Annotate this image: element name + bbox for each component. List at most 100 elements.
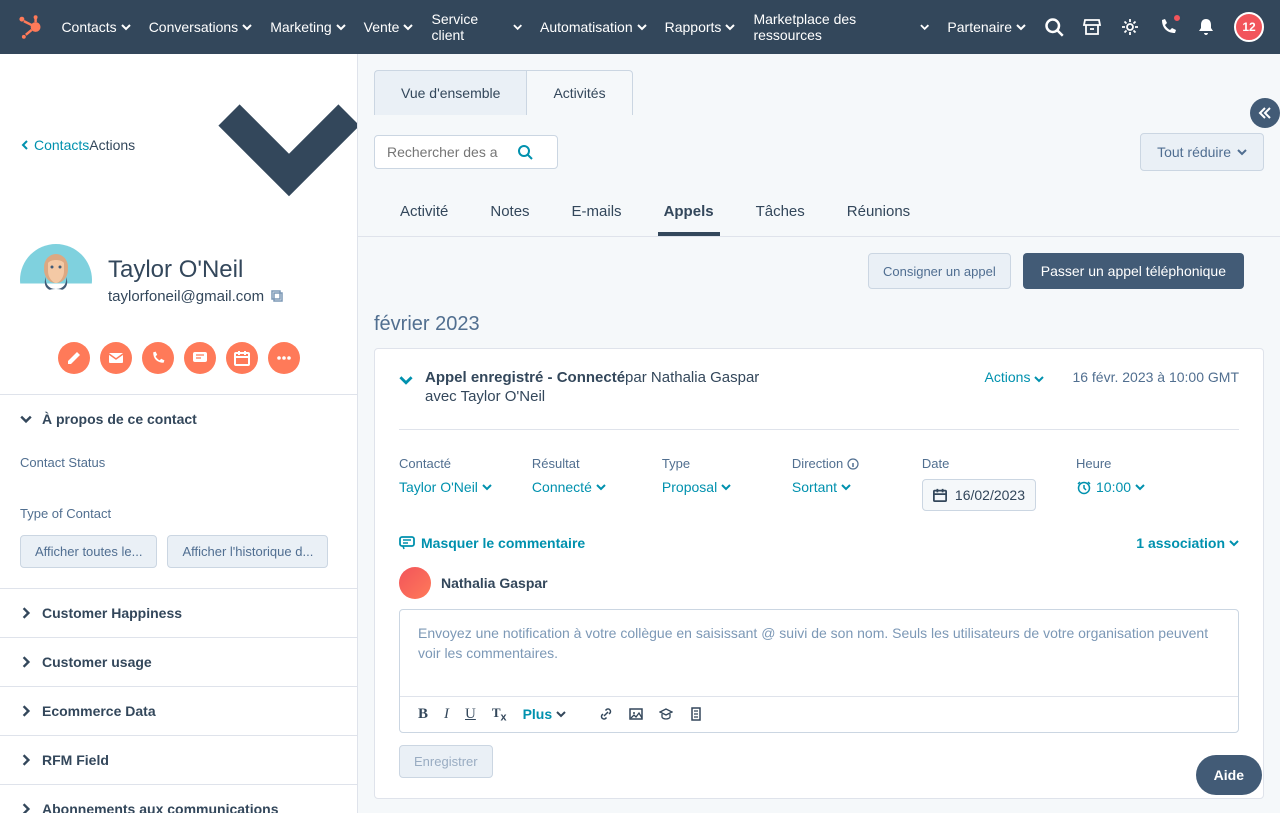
chevron-down-icon — [121, 22, 131, 32]
chevron-down-icon — [556, 709, 566, 719]
italic-button[interactable]: I — [444, 706, 449, 723]
bold-button[interactable]: B — [418, 706, 428, 723]
nav-contacts[interactable]: Contacts — [61, 11, 130, 43]
section-communications[interactable]: Abonnements aux communications — [0, 785, 357, 813]
section-about: À propos de ce contact Contact Status Ty… — [0, 394, 357, 588]
nav-automation[interactable]: Automatisation — [540, 11, 647, 43]
more-format-dropdown[interactable]: Plus — [523, 706, 567, 722]
search-icon[interactable] — [1044, 17, 1064, 37]
topnav-right: 12 — [1044, 12, 1264, 42]
marketplace-icon[interactable] — [1082, 17, 1102, 37]
tab-activity[interactable]: Activité — [394, 193, 454, 236]
note-button[interactable] — [58, 342, 90, 374]
underline-button[interactable]: U — [465, 706, 476, 723]
outer-tabs: Vue d'ensemble Activités — [358, 54, 1280, 115]
make-call-button[interactable]: Passer un appel téléphonique — [1023, 253, 1244, 289]
image-icon[interactable] — [629, 707, 643, 721]
more-button[interactable] — [268, 342, 300, 374]
type-value[interactable]: Proposal — [662, 479, 752, 495]
chevron-down-icon — [721, 482, 731, 492]
clear-format-button[interactable]: Tx — [492, 705, 507, 724]
info-icon[interactable] — [847, 458, 859, 470]
nav-items: Contacts Conversations Marketing Vente S… — [61, 11, 1026, 43]
direction-label: Direction — [792, 456, 882, 471]
back-to-contacts[interactable]: Contacts — [20, 137, 89, 153]
phone-icon[interactable] — [1158, 17, 1178, 37]
chat-button[interactable] — [184, 342, 216, 374]
chevron-down-icon — [1135, 482, 1145, 492]
time-value[interactable]: 10:00 — [1076, 479, 1166, 495]
nav-partner[interactable]: Partenaire — [947, 11, 1026, 43]
chevron-down-icon[interactable] — [399, 373, 413, 387]
chevron-down-icon — [1016, 22, 1026, 32]
associations-dropdown[interactable]: 1 association — [1136, 535, 1239, 551]
link-icon[interactable] — [599, 707, 613, 721]
gear-icon[interactable] — [1120, 17, 1140, 37]
bell-icon[interactable] — [1196, 17, 1216, 37]
sidebar-actions-dropdown[interactable]: Actions — [89, 70, 358, 220]
comment-placeholder[interactable]: Envoyez une notification à votre collègu… — [400, 610, 1238, 696]
date-label: Date — [922, 456, 1036, 471]
show-all-properties-button[interactable]: Afficher toutes le... — [20, 535, 157, 568]
result-label: Résultat — [532, 456, 622, 471]
chevron-down-icon — [403, 22, 413, 32]
calendar-icon — [933, 488, 947, 502]
user-avatar-badge[interactable]: 12 — [1234, 12, 1264, 42]
copy-icon[interactable] — [270, 289, 284, 303]
nav-sales[interactable]: Vente — [364, 11, 414, 43]
collapse-right-panel[interactable] — [1250, 98, 1280, 128]
direction-value[interactable]: Sortant — [792, 479, 882, 495]
email-button[interactable] — [100, 342, 132, 374]
document-icon[interactable] — [689, 707, 703, 721]
dots-icon — [276, 350, 292, 366]
chevron-right-icon — [20, 705, 32, 717]
snippet-icon[interactable] — [659, 707, 673, 721]
nav-marketplace[interactable]: Marketplace des ressources — [753, 11, 929, 43]
result-value[interactable]: Connecté — [532, 479, 622, 495]
chevron-down-icon — [139, 70, 358, 220]
chevron-down-icon — [242, 22, 252, 32]
activity-search-input[interactable] — [387, 144, 507, 160]
section-customer-usage[interactable]: Customer usage — [0, 638, 357, 686]
save-comment-button[interactable]: Enregistrer — [399, 745, 493, 778]
section-rfm-field[interactable]: RFM Field — [0, 736, 357, 784]
nav-conversations[interactable]: Conversations — [149, 11, 253, 43]
search-icon[interactable] — [517, 144, 533, 160]
nav-reports[interactable]: Rapports — [665, 11, 736, 43]
comment-editor[interactable]: Envoyez une notification à votre collègu… — [399, 609, 1239, 733]
log-call-button[interactable]: Consigner un appel — [868, 253, 1011, 289]
comment-icon — [399, 535, 415, 551]
help-button[interactable]: Aide — [1196, 755, 1262, 795]
call-button[interactable] — [142, 342, 174, 374]
chevron-down-icon — [1034, 374, 1044, 384]
chevron-down-icon — [725, 22, 735, 32]
date-input[interactable]: 16/02/2023 — [922, 479, 1036, 511]
tab-overview[interactable]: Vue d'ensemble — [374, 70, 526, 115]
chevron-right-icon — [20, 803, 32, 813]
activity-search[interactable] — [374, 135, 558, 169]
chevron-left-icon — [20, 140, 30, 150]
hubspot-logo-icon[interactable] — [16, 13, 43, 41]
section-about-header[interactable]: À propos de ce contact — [0, 395, 357, 443]
meeting-button[interactable] — [226, 342, 258, 374]
tab-activities[interactable]: Activités — [526, 70, 632, 115]
tab-calls[interactable]: Appels — [658, 193, 720, 236]
card-actions-dropdown[interactable]: Actions — [985, 369, 1045, 385]
tab-notes[interactable]: Notes — [484, 193, 535, 236]
section-customer-happiness[interactable]: Customer Happiness — [0, 589, 357, 637]
tab-emails[interactable]: E-mails — [566, 193, 628, 236]
section-ecommerce-data[interactable]: Ecommerce Data — [0, 687, 357, 735]
hide-comment-toggle[interactable]: Masquer le commentaire — [399, 535, 585, 551]
main-content: Vue d'ensemble Activités Tout réduire Ac… — [358, 54, 1280, 813]
contact-avatar[interactable] — [20, 244, 92, 316]
collapse-all-button[interactable]: Tout réduire — [1140, 133, 1264, 171]
tab-tasks[interactable]: Tâches — [750, 193, 811, 236]
contact-header: Taylor O'Neil taylorfoneil@gmail.com — [0, 228, 357, 332]
chevron-down-icon — [482, 482, 492, 492]
chevron-down-icon — [336, 22, 346, 32]
contacted-value[interactable]: Taylor O'Neil — [399, 479, 492, 495]
nav-marketing[interactable]: Marketing — [270, 11, 345, 43]
nav-service[interactable]: Service client — [431, 11, 522, 43]
show-history-button[interactable]: Afficher l'historique d... — [167, 535, 328, 568]
tab-meetings[interactable]: Réunions — [841, 193, 916, 236]
